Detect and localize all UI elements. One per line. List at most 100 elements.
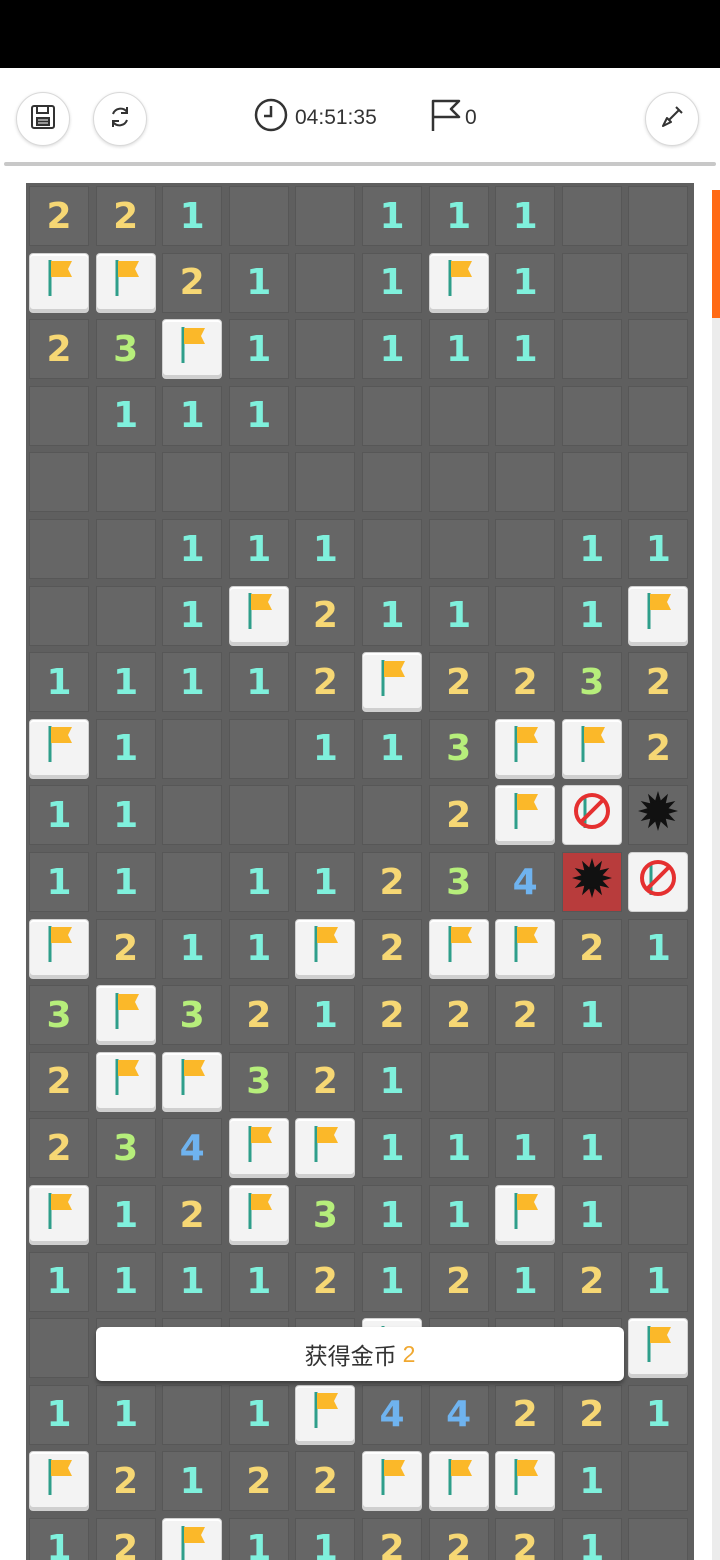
number-cell[interactable]: 2 [295, 585, 356, 646]
number-cell[interactable]: 1 [362, 1118, 422, 1179]
number-cell[interactable]: 1 [162, 918, 223, 979]
number-cell[interactable]: 1 [29, 1518, 89, 1560]
number-cell[interactable]: 3 [295, 1185, 356, 1245]
number-cell[interactable]: 1 [495, 1118, 556, 1179]
flagged-cell[interactable] [628, 585, 689, 646]
number-cell[interactable]: 3 [561, 652, 622, 713]
number-cell[interactable]: 3 [95, 319, 156, 380]
number-cell[interactable]: 1 [561, 1518, 622, 1560]
flagged-cell[interactable] [495, 1185, 556, 1245]
number-cell[interactable]: 2 [561, 1384, 622, 1445]
empty-cell[interactable] [29, 1318, 89, 1379]
empty-cell[interactable] [495, 1051, 556, 1112]
number-cell[interactable]: 1 [95, 652, 156, 713]
number-cell[interactable]: 2 [295, 1251, 356, 1312]
number-cell[interactable]: 1 [495, 186, 556, 246]
number-cell[interactable]: 1 [561, 585, 622, 646]
number-cell[interactable]: 4 [495, 852, 556, 912]
scrollbar-thumb[interactable] [712, 190, 720, 318]
flagged-cell[interactable] [162, 1518, 223, 1560]
empty-cell[interactable] [628, 1185, 689, 1245]
number-cell[interactable]: 2 [428, 985, 489, 1046]
number-cell[interactable]: 2 [29, 319, 89, 380]
flagged-cell[interactable] [95, 1051, 156, 1112]
number-cell[interactable]: 1 [95, 1251, 156, 1312]
number-cell[interactable]: 1 [228, 385, 289, 446]
empty-cell[interactable] [228, 718, 289, 779]
empty-cell[interactable] [228, 186, 289, 246]
flagged-cell[interactable] [29, 252, 89, 313]
number-cell[interactable]: 1 [228, 1251, 289, 1312]
number-cell[interactable]: 1 [29, 1251, 89, 1312]
empty-cell[interactable] [162, 452, 223, 513]
number-cell[interactable]: 1 [162, 1451, 223, 1512]
number-cell[interactable]: 1 [561, 519, 622, 579]
empty-cell[interactable] [29, 519, 89, 579]
number-cell[interactable]: 1 [295, 718, 356, 779]
empty-cell[interactable] [295, 785, 356, 846]
flagged-cell[interactable] [495, 718, 556, 779]
number-cell[interactable]: 1 [362, 1185, 422, 1245]
flagged-cell[interactable] [362, 652, 422, 713]
number-cell[interactable]: 2 [495, 652, 556, 713]
number-cell[interactable]: 1 [561, 1185, 622, 1245]
empty-cell[interactable] [495, 585, 556, 646]
empty-cell[interactable] [162, 718, 223, 779]
number-cell[interactable]: 1 [228, 1384, 289, 1445]
number-cell[interactable]: 1 [228, 319, 289, 380]
empty-cell[interactable] [561, 319, 622, 380]
flagged-cell[interactable] [295, 1118, 356, 1179]
number-cell[interactable]: 1 [295, 1518, 356, 1560]
restart-button[interactable] [93, 92, 147, 146]
flagged-cell[interactable] [228, 1118, 289, 1179]
empty-cell[interactable] [428, 385, 489, 446]
number-cell[interactable]: 2 [95, 186, 156, 246]
empty-cell[interactable] [628, 1118, 689, 1179]
flagged-cell[interactable] [362, 1451, 422, 1512]
empty-cell[interactable] [495, 519, 556, 579]
number-cell[interactable]: 1 [362, 1251, 422, 1312]
number-cell[interactable]: 4 [428, 1384, 489, 1445]
number-cell[interactable]: 2 [29, 186, 89, 246]
empty-cell[interactable] [428, 1051, 489, 1112]
empty-cell[interactable] [295, 319, 356, 380]
number-cell[interactable]: 1 [228, 519, 289, 579]
empty-cell[interactable] [561, 1051, 622, 1112]
flagged-cell[interactable] [29, 718, 89, 779]
number-cell[interactable]: 1 [495, 1251, 556, 1312]
empty-cell[interactable] [561, 186, 622, 246]
number-cell[interactable]: 4 [162, 1118, 223, 1179]
empty-cell[interactable] [428, 452, 489, 513]
number-cell[interactable]: 3 [428, 718, 489, 779]
number-cell[interactable]: 1 [561, 1451, 622, 1512]
empty-cell[interactable] [561, 385, 622, 446]
empty-cell[interactable] [162, 785, 223, 846]
flagged-cell[interactable] [162, 319, 223, 380]
flagged-cell[interactable] [29, 918, 89, 979]
number-cell[interactable]: 2 [495, 1384, 556, 1445]
flagged-cell[interactable] [228, 585, 289, 646]
number-cell[interactable]: 1 [95, 1185, 156, 1245]
number-cell[interactable]: 1 [362, 1051, 422, 1112]
number-cell[interactable]: 1 [628, 918, 689, 979]
number-cell[interactable]: 1 [628, 1251, 689, 1312]
mine-cell[interactable] [628, 785, 689, 846]
number-cell[interactable]: 2 [362, 1518, 422, 1560]
number-cell[interactable]: 1 [362, 186, 422, 246]
flagged-cell[interactable] [295, 918, 356, 979]
empty-cell[interactable] [628, 985, 689, 1046]
number-cell[interactable]: 2 [495, 985, 556, 1046]
number-cell[interactable]: 1 [162, 519, 223, 579]
flagged-cell[interactable] [495, 918, 556, 979]
number-cell[interactable]: 2 [362, 852, 422, 912]
empty-cell[interactable] [362, 385, 422, 446]
number-cell[interactable]: 3 [428, 852, 489, 912]
number-cell[interactable]: 1 [95, 785, 156, 846]
flagged-cell[interactable] [428, 252, 489, 313]
number-cell[interactable]: 1 [95, 1384, 156, 1445]
number-cell[interactable]: 2 [295, 1051, 356, 1112]
number-cell[interactable]: 2 [428, 1251, 489, 1312]
empty-cell[interactable] [29, 585, 89, 646]
empty-cell[interactable] [561, 452, 622, 513]
number-cell[interactable]: 1 [228, 252, 289, 313]
